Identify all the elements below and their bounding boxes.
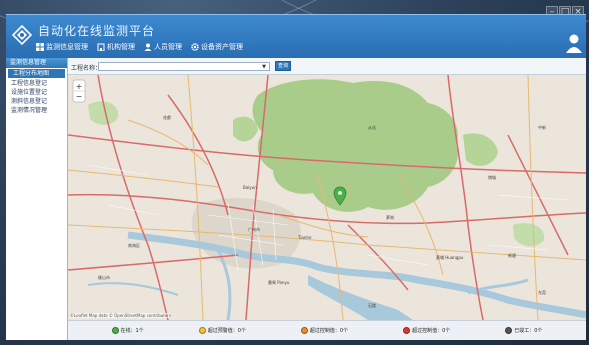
search-toolbar: 工程名称： ▼ 查询: [68, 58, 586, 75]
legend-label: 在线：1个: [120, 328, 144, 334]
map-tiles: + −: [68, 75, 586, 320]
map-label: 萝岗: [386, 215, 394, 220]
nav-equipment-assets[interactable]: 设备资产管理: [191, 42, 243, 52]
map-label: 佛山市: [98, 275, 110, 280]
legend-warning: 超过预警值：0个: [198, 327, 246, 334]
green-dot-icon: [111, 327, 119, 334]
map-label: Tianhe: [298, 235, 312, 240]
nav-personnel[interactable]: 人员管理: [144, 42, 182, 52]
map-view[interactable]: + − 广州市 Tianhe Baiyun 从化 增城 黄埔 Huangpu 番…: [68, 75, 586, 320]
map-label: 新塘: [508, 253, 516, 258]
project-name-select[interactable]: ▼: [98, 62, 270, 71]
legend-label: 超过控制值：0个: [412, 328, 451, 334]
legend-control-orange: 超过控制值：0个: [300, 327, 349, 334]
map-label: 番禺 Panyu: [268, 280, 290, 285]
legend-label: 超过控制值：0个: [309, 328, 349, 334]
sidebar-item-distribution-map[interactable]: 工程分布地图: [8, 69, 65, 78]
map-label: 中新: [538, 125, 546, 130]
top-nav: 监测信息管理 机构管理 人员管理 设备资产管理: [36, 42, 243, 52]
user-avatar-icon[interactable]: [565, 33, 583, 53]
sidebar: 监测信息管理 工程分布地图 工程信息登记 设施位置登记 测斜信息登记 监测情况管…: [6, 58, 68, 340]
sidebar-item-project-registration[interactable]: 工程信息登记: [6, 79, 67, 88]
map-label: 广州市: [248, 227, 260, 232]
svg-text:−: −: [76, 92, 83, 101]
sidebar-header: 监测信息管理: [6, 58, 67, 68]
app-window: – □ × 自动化在线监测平台 监测信息管理 机构管理 人员管理 设备资产管理 …: [0, 0, 589, 345]
legend-control-red: 超过控制值：0个: [403, 327, 450, 334]
app-header: 自动化在线监测平台 监测信息管理 机构管理 人员管理 设备资产管理: [6, 14, 586, 58]
legend-label: 已竣工：0个: [514, 328, 543, 334]
nav-label: 设备资产管理: [201, 43, 243, 51]
sidebar-item-monitoring-management[interactable]: 监测情况管理: [6, 106, 67, 115]
map-label: 黄埔 Huangpu: [436, 255, 464, 260]
legend-online: 在线：1个: [111, 327, 144, 334]
project-name-label: 工程名称：: [71, 65, 102, 72]
map-label: 花都: [163, 115, 171, 120]
sidebar-item-inclinometer-registration[interactable]: 测斜信息登记: [6, 97, 67, 106]
yellow-dot-icon: [198, 327, 206, 334]
nav-label: 人员管理: [154, 43, 182, 51]
main-panel: 工程名称： ▼ 查询 + − 广州市 Tianhe Baiyun 从化 增城 黄…: [68, 58, 586, 340]
map-label: 增城: [488, 175, 496, 180]
orange-dot-icon: [300, 327, 308, 334]
building-icon: [97, 43, 105, 51]
grid-icon: [36, 43, 44, 51]
map-label: Baiyun: [243, 185, 257, 190]
svg-text:+: +: [76, 82, 83, 91]
chevron-down-icon: ▼: [262, 64, 266, 70]
legend-completed: 已竣工：0个: [505, 327, 542, 334]
map-label: 石楼: [368, 303, 376, 308]
logo-icon: [12, 25, 32, 45]
app-title: 自动化在线监测平台: [38, 24, 156, 38]
gray-dot-icon: [505, 327, 513, 334]
map-attribution[interactable]: ©Leaflet Map data © OpenStreetMap contri…: [70, 313, 172, 318]
nav-label: 监测信息管理: [46, 43, 88, 51]
legend-label: 超过预警值：0个: [207, 328, 246, 334]
sidebar-item-facility-registration[interactable]: 设施位置登记: [6, 88, 67, 97]
query-button[interactable]: 查询: [275, 61, 291, 71]
map-label: 从化: [368, 125, 376, 130]
status-legend: 在线：1个 超过预警值：0个 超过控制值：0个 超过控制值：0个 已竣工：0个: [68, 320, 586, 340]
person-icon: [144, 43, 152, 51]
nav-organization[interactable]: 机构管理: [97, 42, 135, 52]
red-dot-icon: [403, 327, 411, 334]
nav-label: 机构管理: [107, 43, 135, 51]
nav-monitoring-info[interactable]: 监测信息管理: [36, 42, 88, 52]
map-label: 南海区: [128, 243, 140, 248]
map-label: 东莞: [538, 290, 546, 295]
gear-icon: [191, 43, 199, 51]
